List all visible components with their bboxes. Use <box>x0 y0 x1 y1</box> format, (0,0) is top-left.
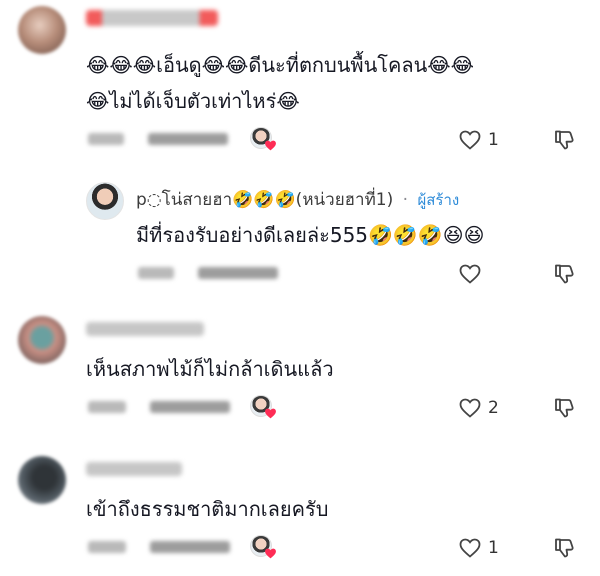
dislike-button[interactable] <box>550 126 578 154</box>
creator-label: ผู้สร้าง <box>417 191 460 209</box>
commenter-name[interactable] <box>86 10 218 26</box>
reply-author-avatar[interactable] <box>86 182 124 220</box>
heart-filled-icon <box>265 140 276 151</box>
separator-dot: · <box>402 190 409 210</box>
comment-text: 😂😂😂เอ็นดู😂😂ดีนะที่ตกบนพื้นโคลน😂😂 <box>86 53 475 77</box>
reply-reply-button[interactable] <box>198 267 278 279</box>
heart-outline-icon <box>459 398 481 418</box>
heart-outline-icon <box>459 538 481 558</box>
thumbs-down-icon <box>555 130 574 150</box>
reply-date <box>138 267 174 279</box>
reply-button[interactable] <box>150 401 230 413</box>
reply-author-name-text[interactable]: p◌โน่สายฮา🤣🤣🤣(หน่วยฮาที่1) <box>136 190 393 210</box>
comment-text: 😂ไม่ได้เจ็บตัวเท่าไหร่😂 <box>86 89 300 113</box>
reply-button[interactable] <box>150 541 230 553</box>
like-count: 2 <box>488 398 499 418</box>
reply-author-name[interactable]: p◌โน่สายฮา🤣🤣🤣(หน่วยฮาที่1) · ผู้สร้าง <box>136 186 459 213</box>
commenter-avatar[interactable] <box>18 316 66 364</box>
comment-date <box>88 401 126 413</box>
dislike-button[interactable] <box>550 534 578 562</box>
like-count: 1 <box>488 538 499 558</box>
dislike-button[interactable] <box>550 394 578 422</box>
comment-date <box>88 541 126 553</box>
commenter-name[interactable] <box>86 462 182 476</box>
creator-liked-avatar <box>250 127 276 153</box>
heart-filled-icon <box>265 408 276 419</box>
creator-liked-avatar <box>250 395 276 421</box>
commenter-name[interactable] <box>86 322 204 336</box>
heart-outline-icon <box>459 130 481 150</box>
like-button[interactable] <box>456 534 484 562</box>
reply-text: มีที่รองรับอย่างดีเลยล่ะ555🤣🤣🤣😆😆 <box>136 223 485 247</box>
commenter-avatar[interactable] <box>18 456 66 504</box>
thumbs-down-icon <box>555 398 574 418</box>
heart-outline-icon <box>459 264 481 284</box>
like-button[interactable] <box>456 394 484 422</box>
thumbs-down-icon <box>555 264 574 284</box>
like-button[interactable] <box>456 126 484 154</box>
comment-text: เห็นสภาพไม้ก็ไม่กล้าเดินแล้ว <box>86 357 334 381</box>
thumbs-down-icon <box>555 538 574 558</box>
dislike-button[interactable] <box>550 260 578 288</box>
creator-liked-avatar <box>250 535 276 561</box>
reply-button[interactable] <box>148 133 228 145</box>
comment-date <box>88 133 124 145</box>
like-button[interactable] <box>456 260 484 288</box>
commenter-avatar[interactable] <box>18 6 66 54</box>
like-count: 1 <box>488 130 499 150</box>
comment-text: เข้าถึงธรรมชาติมากเลยครับ <box>86 497 329 521</box>
heart-filled-icon <box>265 548 276 559</box>
